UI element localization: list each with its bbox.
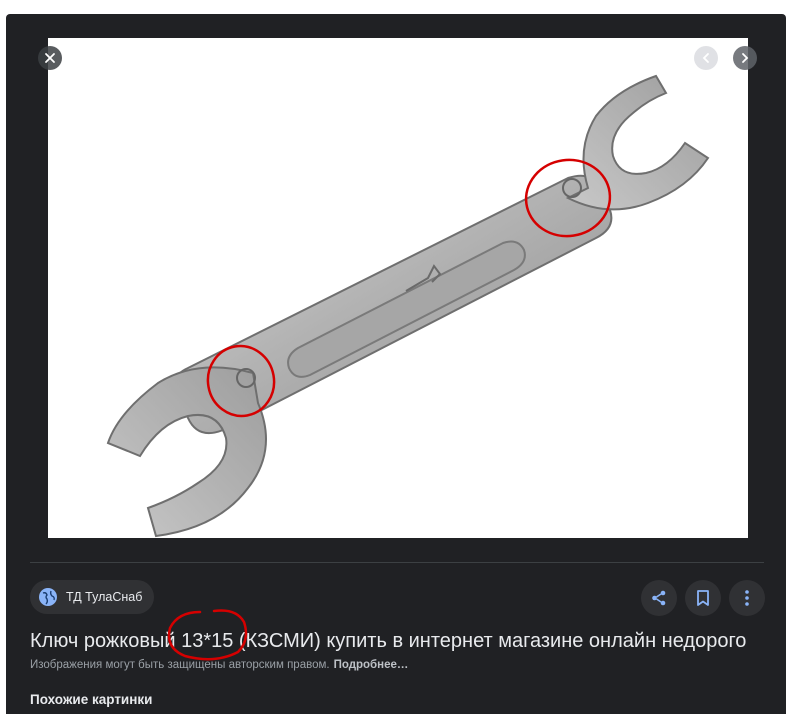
source-name: ТД ТулаСнаб	[66, 590, 143, 604]
more-vert-icon	[745, 590, 749, 606]
close-button[interactable]	[38, 46, 62, 70]
copyright-notice: Изображения могут быть защищены авторски…	[30, 659, 408, 671]
divider	[30, 562, 764, 563]
globe-icon	[38, 587, 58, 607]
share-button[interactable]	[641, 580, 677, 616]
wrench-image	[106, 74, 710, 538]
result-title[interactable]: Ключ рожковый 13*15 (КЗСМИ) купить в инт…	[30, 628, 764, 654]
save-button[interactable]	[685, 580, 721, 616]
share-icon	[652, 590, 666, 606]
close-icon	[45, 53, 55, 63]
copyright-text: Изображения могут быть защищены авторски…	[30, 659, 330, 671]
learn-more-link[interactable]: Подробнее…	[334, 659, 409, 671]
preview-image[interactable]	[48, 38, 748, 538]
more-options-button[interactable]	[729, 580, 765, 616]
chevron-left-icon	[702, 53, 709, 63]
similar-images-heading: Похожие картинки	[30, 692, 153, 707]
source-chip[interactable]: ТД ТулаСнаб	[30, 580, 155, 614]
chevron-right-icon	[742, 53, 749, 63]
bookmark-icon	[697, 590, 709, 606]
next-image-button[interactable]	[733, 46, 757, 70]
previous-image-button[interactable]	[694, 46, 718, 70]
